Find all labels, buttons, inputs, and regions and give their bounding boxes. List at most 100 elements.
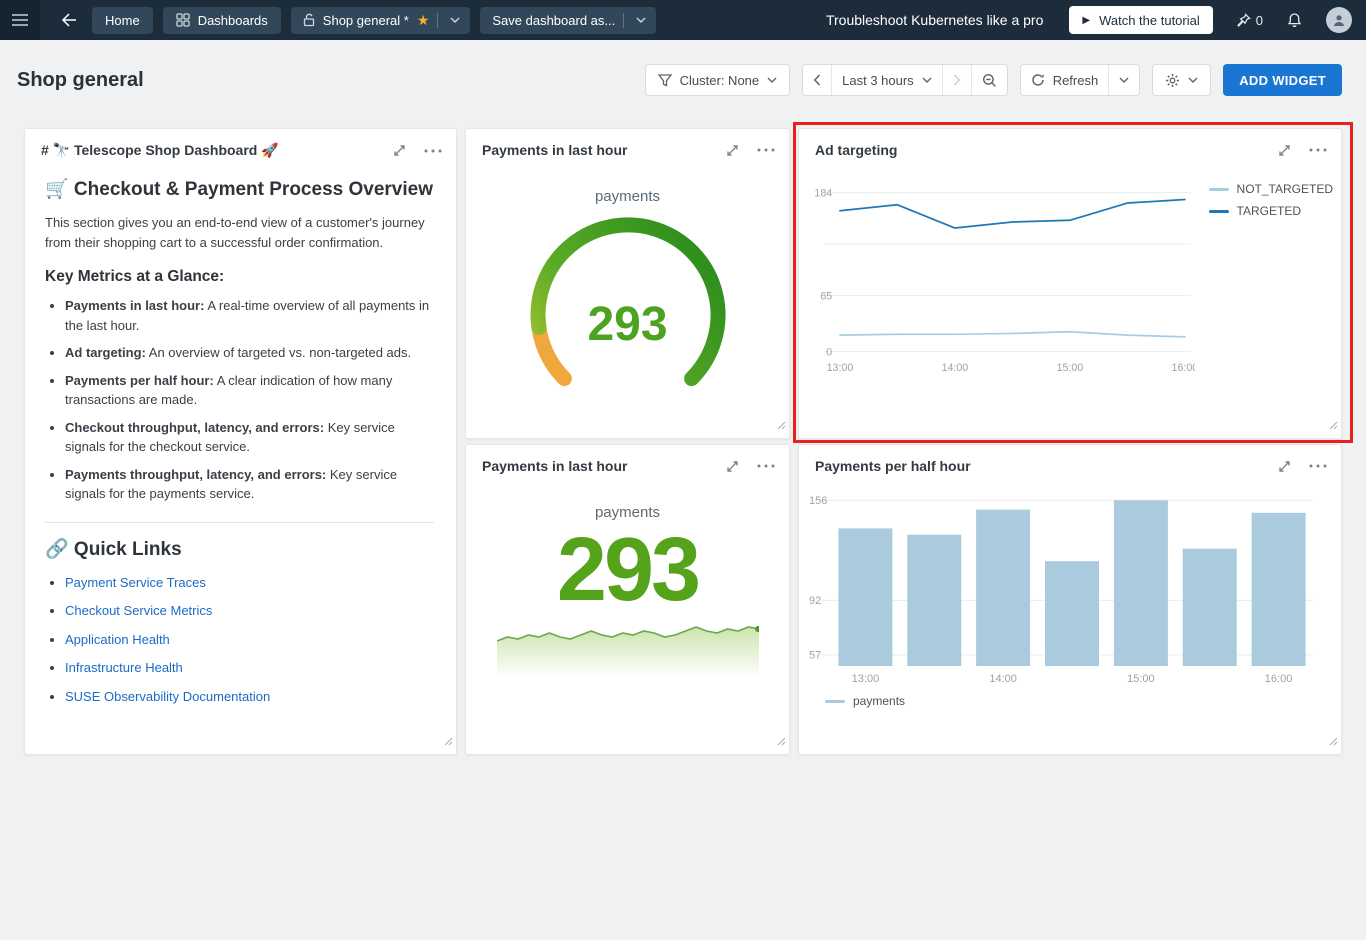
svg-text:15:00: 15:00 xyxy=(1127,673,1155,685)
gear-icon xyxy=(1165,73,1180,88)
payments-bar-chart: 156925713:0014:0015:0016:00 xyxy=(807,484,1319,688)
page-title: Shop general xyxy=(17,69,144,92)
back-arrow-icon xyxy=(61,13,77,27)
svg-text:13:00: 13:00 xyxy=(852,673,880,685)
add-widget-button[interactable]: ADD WIDGET xyxy=(1223,64,1342,96)
time-range-button[interactable]: Last 3 hours xyxy=(832,65,943,95)
current-dashboard-selector[interactable]: Shop general * ★ xyxy=(291,7,471,34)
cluster-filter-button[interactable]: Cluster: None xyxy=(645,64,790,96)
quick-links-list: Payment Service Traces Checkout Service … xyxy=(65,573,434,707)
pinned-views-button[interactable]: 0 xyxy=(1237,13,1263,28)
menu-button[interactable] xyxy=(0,0,40,40)
widget-ad-targeting: Ad targeting 18465013:0014:0015:0016:00 … xyxy=(798,128,1342,439)
home-button[interactable]: Home xyxy=(92,7,153,34)
svg-text:57: 57 xyxy=(809,650,821,662)
hamburger-icon xyxy=(12,14,28,26)
dashboards-button[interactable]: Dashboards xyxy=(163,7,281,34)
widget-menu-button[interactable] xyxy=(424,149,442,153)
series-label: payments xyxy=(595,504,660,521)
svg-text:14:00: 14:00 xyxy=(942,362,969,374)
widget-grid: # 🔭 Telescope Shop Dashboard 🚀 🛒 Checkou… xyxy=(24,128,1342,755)
back-button[interactable] xyxy=(56,7,82,33)
legend-item-payments[interactable]: payments xyxy=(825,694,1333,708)
expand-widget-button[interactable] xyxy=(725,459,740,474)
resize-handle[interactable] xyxy=(1329,417,1338,435)
widget-menu-button[interactable] xyxy=(757,148,775,152)
widget-title: Payments per half hour xyxy=(815,458,971,474)
widget-payments-gauge: Payments in last hour payments 293 xyxy=(465,128,790,439)
pin-icon xyxy=(1237,13,1251,27)
link-suse-observability-docs[interactable]: SUSE Observability Documentation xyxy=(65,689,270,704)
svg-text:0: 0 xyxy=(826,346,832,358)
time-forward-button[interactable] xyxy=(943,65,972,95)
top-navigation-bar: Home Dashboards Shop general * ★ Save da… xyxy=(0,0,1366,40)
favorite-star-icon[interactable]: ★ xyxy=(417,13,430,27)
list-item: Checkout Service Metrics xyxy=(65,601,434,621)
widget-menu-button[interactable] xyxy=(1309,148,1327,152)
widget-telescope-notes: # 🔭 Telescope Shop Dashboard 🚀 🛒 Checkou… xyxy=(24,128,457,755)
link-infrastructure-health[interactable]: Infrastructure Health xyxy=(65,660,183,675)
refresh-options-chevron[interactable] xyxy=(1109,65,1139,95)
watch-tutorial-button[interactable]: ▶ Watch the tutorial xyxy=(1069,6,1212,34)
dashboard-selector-chevron[interactable] xyxy=(446,17,464,23)
payments-gauge-chart: 293 xyxy=(508,211,748,411)
expand-widget-button[interactable] xyxy=(1277,459,1292,474)
user-avatar[interactable] xyxy=(1326,7,1352,33)
ellipsis-icon xyxy=(757,464,775,468)
list-item: Payments in last hour: A real-time overv… xyxy=(65,296,434,335)
widget-payments-per-half-hour: Payments per half hour 156925713:0014:00… xyxy=(798,444,1342,755)
svg-text:13:00: 13:00 xyxy=(827,362,854,374)
expand-widget-button[interactable] xyxy=(1277,143,1292,158)
svg-text:92: 92 xyxy=(809,595,821,607)
save-dashboard-as-button[interactable]: Save dashboard as... xyxy=(480,7,656,34)
expand-icon xyxy=(725,459,740,474)
chevron-down-icon xyxy=(922,77,932,83)
zoom-out-icon xyxy=(982,73,997,88)
widget-header: Payments in last hour xyxy=(466,445,789,480)
payments-sparkline xyxy=(497,617,759,682)
resize-handle[interactable] xyxy=(777,417,786,435)
cluster-filter-label: Cluster: None xyxy=(680,73,759,88)
ad-targeting-line-chart: 18465013:0014:0015:0016:00 xyxy=(807,168,1195,383)
divider xyxy=(437,13,438,28)
link-payment-service-traces[interactable]: Payment Service Traces xyxy=(65,575,206,590)
svg-text:16:00: 16:00 xyxy=(1265,673,1293,685)
widget-payments-number: Payments in last hour payments 293 xyxy=(465,444,790,755)
ellipsis-icon xyxy=(757,148,775,152)
notifications-button[interactable] xyxy=(1287,12,1302,28)
expand-widget-button[interactable] xyxy=(725,143,740,158)
expand-widget-button[interactable] xyxy=(392,143,407,158)
list-item: Application Health xyxy=(65,630,434,650)
divider xyxy=(45,522,434,523)
list-item: Payments per half hour: A clear indicati… xyxy=(65,371,434,410)
quick-links-heading: 🔗 Quick Links xyxy=(45,537,434,561)
link-checkout-service-metrics[interactable]: Checkout Service Metrics xyxy=(65,603,212,618)
time-back-button[interactable] xyxy=(803,65,832,95)
expand-icon xyxy=(725,143,740,158)
widget-header: Ad targeting xyxy=(799,129,1341,164)
overview-text: This section gives you an end-to-end vie… xyxy=(45,213,434,252)
legend-item-targeted[interactable]: TARGETED xyxy=(1209,204,1333,218)
link-application-health[interactable]: Application Health xyxy=(65,632,170,647)
expand-icon xyxy=(392,143,407,158)
home-label: Home xyxy=(105,13,140,28)
refresh-button[interactable]: Refresh xyxy=(1021,65,1110,95)
widget-menu-button[interactable] xyxy=(757,464,775,468)
play-icon: ▶ xyxy=(1082,15,1090,26)
resize-handle[interactable] xyxy=(777,733,786,751)
pin-count: 0 xyxy=(1256,13,1263,28)
legend-marker xyxy=(825,700,845,703)
resize-handle[interactable] xyxy=(444,733,453,751)
dashboards-label: Dashboards xyxy=(198,13,268,28)
zoom-out-time-button[interactable] xyxy=(972,65,1007,95)
save-as-chevron[interactable] xyxy=(632,17,650,23)
svg-text:184: 184 xyxy=(814,188,832,200)
widget-menu-button[interactable] xyxy=(1309,464,1327,468)
resize-handle[interactable] xyxy=(1329,733,1338,751)
watch-tutorial-label: Watch the tutorial xyxy=(1099,13,1200,28)
gauge-value: 293 xyxy=(508,297,748,352)
list-item: Infrastructure Health xyxy=(65,658,434,678)
legend-item-not-targeted[interactable]: NOT_TARGETED xyxy=(1209,182,1333,196)
dashboard-settings-button[interactable] xyxy=(1152,64,1211,96)
bell-icon xyxy=(1287,12,1302,28)
